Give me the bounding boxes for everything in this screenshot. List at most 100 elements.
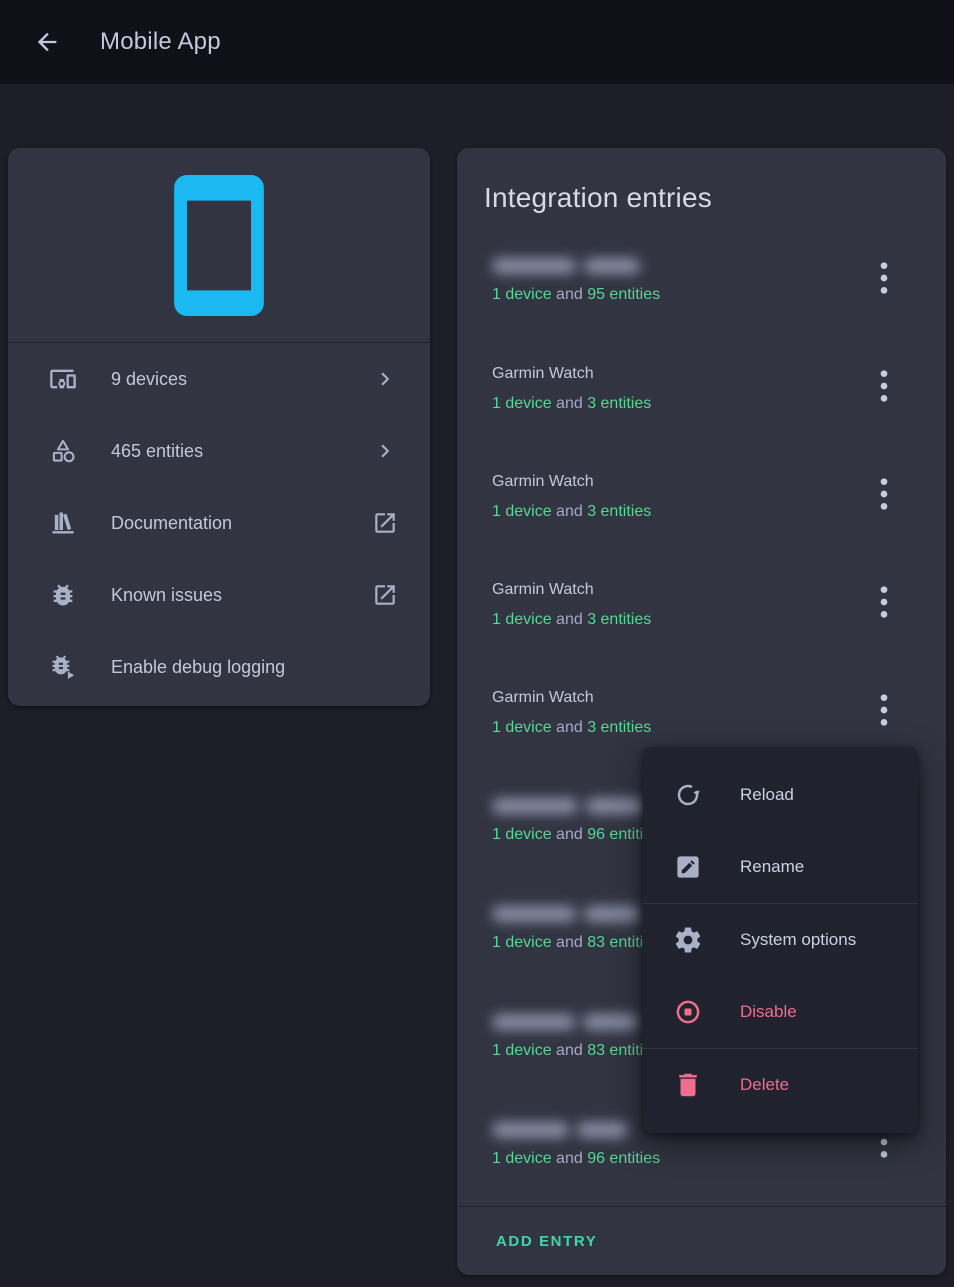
entry-conjunction: and: [556, 395, 587, 412]
context-menu-item-system-options[interactable]: System options: [643, 904, 918, 976]
entry-device-count: 1 device: [492, 395, 552, 412]
entry-name: Garmin Watch: [492, 472, 850, 492]
page-title: Mobile App: [100, 28, 221, 56]
entry-conjunction: and: [556, 934, 587, 951]
entries-footer: ADD ENTRY: [457, 1206, 946, 1275]
cog-icon: [673, 925, 703, 955]
entry-name-redacted: [492, 905, 640, 923]
entry-device-count: 1 device: [492, 611, 552, 628]
entry-entity-count: 95 entities: [587, 286, 660, 303]
context-menu-item-label: Delete: [740, 1075, 789, 1095]
entry-device-count: 1 device: [492, 1042, 552, 1059]
info-item-label: Known issues: [111, 585, 372, 606]
entry-summary: 1 device and 3 entities: [492, 394, 850, 414]
info-item-9-devices[interactable]: 9 devices: [8, 343, 430, 415]
dots-vertical-icon: [864, 258, 904, 298]
context-menu-item-delete[interactable]: Delete: [643, 1049, 918, 1121]
integration-entry-row[interactable]: Garmin Watch 1 device and 3 entities: [457, 564, 946, 672]
entry-name-redacted: [492, 1121, 628, 1139]
integration-entry-row[interactable]: 1 device and 95 entities: [457, 240, 946, 348]
entry-device-count: 1 device: [492, 826, 552, 843]
devices-icon: [49, 365, 77, 393]
add-entry-button[interactable]: ADD ENTRY: [492, 1227, 601, 1256]
entry-summary: 1 device and 3 entities: [492, 718, 850, 738]
context-menu-item-disable[interactable]: Disable: [643, 976, 918, 1048]
delete-icon: [673, 1070, 703, 1100]
entry-device-count: 1 device: [492, 503, 552, 520]
integration-entry-row[interactable]: Garmin Watch 1 device and 3 entities: [457, 348, 946, 456]
entry-menu-button[interactable]: [864, 582, 904, 622]
entry-summary: 1 device and 95 entities: [492, 285, 850, 305]
entry-conjunction: and: [556, 286, 587, 303]
context-menu-item-label: Reload: [740, 785, 794, 805]
entry-name-redacted: [492, 1013, 638, 1031]
entry-menu-button[interactable]: [864, 366, 904, 406]
cellphone-icon: [174, 175, 264, 316]
entry-entity-count: 96 entities: [587, 1150, 660, 1167]
integration-page: { "header": { "title": "Mobile App", "ba…: [0, 0, 954, 1287]
open-in-new-icon: [372, 582, 398, 608]
info-item-known-issues[interactable]: Known issues: [8, 559, 430, 631]
bug-play-icon: [49, 653, 77, 681]
entry-device-count: 1 device: [492, 286, 552, 303]
context-menu-item-reload[interactable]: Reload: [643, 759, 918, 831]
app-header: Mobile App: [0, 0, 954, 84]
bug-icon: [49, 581, 77, 609]
entry-conjunction: and: [556, 1042, 587, 1059]
chevron-right-icon: [372, 366, 398, 392]
entry-entity-count: 3 entities: [587, 719, 651, 736]
entry-conjunction: and: [556, 826, 587, 843]
entry-summary: 1 device and 96 entities: [492, 1149, 850, 1169]
entry-conjunction: and: [556, 503, 587, 520]
entry-conjunction: and: [556, 611, 587, 628]
entry-device-count: 1 device: [492, 1150, 552, 1167]
info-item-label: 465 entities: [111, 441, 372, 462]
info-item-label: Enable debug logging: [111, 657, 398, 678]
integration-entry-row[interactable]: Garmin Watch 1 device and 3 entities: [457, 456, 946, 564]
integration-info-card: 9 devices 465 entities Documentation Kno…: [8, 148, 430, 706]
reload-icon: [673, 780, 703, 810]
dots-vertical-icon: [864, 582, 904, 622]
info-list: 9 devices 465 entities Documentation Kno…: [8, 343, 430, 705]
integration-hero: [8, 148, 430, 343]
entry-entity-count: 3 entities: [587, 395, 651, 412]
entry-summary: 1 device and 3 entities: [492, 502, 850, 522]
entry-name-redacted: [492, 257, 640, 275]
entry-device-count: 1 device: [492, 719, 552, 736]
entry-context-menu: Reload Rename System options Disable Del…: [643, 747, 918, 1133]
entry-menu-button[interactable]: [864, 258, 904, 298]
entry-menu-button[interactable]: [864, 474, 904, 514]
entry-entity-count: 3 entities: [587, 611, 651, 628]
rename-icon: [673, 852, 703, 882]
dots-vertical-icon: [864, 474, 904, 514]
info-item-label: Documentation: [111, 513, 372, 534]
context-menu-item-label: Disable: [740, 1002, 797, 1022]
entry-conjunction: and: [556, 719, 587, 736]
entry-name: Garmin Watch: [492, 688, 850, 708]
context-menu-item-rename[interactable]: Rename: [643, 831, 918, 903]
dots-vertical-icon: [864, 690, 904, 730]
info-item-documentation[interactable]: Documentation: [8, 487, 430, 559]
stop-circle-icon: [673, 997, 703, 1027]
info-item-465-entities[interactable]: 465 entities: [8, 415, 430, 487]
entry-summary: 1 device and 3 entities: [492, 610, 850, 630]
info-item-enable-debug-logging[interactable]: Enable debug logging: [8, 631, 430, 703]
dots-vertical-icon: [864, 366, 904, 406]
arrow-left-icon: [33, 28, 61, 56]
entry-menu-button[interactable]: [864, 690, 904, 730]
entry-device-count: 1 device: [492, 934, 552, 951]
context-menu-item-label: Rename: [740, 857, 804, 877]
entry-entity-count: 3 entities: [587, 503, 651, 520]
back-button[interactable]: [33, 28, 61, 56]
context-menu-item-label: System options: [740, 930, 856, 950]
entry-name: Garmin Watch: [492, 364, 850, 384]
entries-title: Integration entries: [457, 148, 946, 214]
bookshelf-icon: [49, 509, 77, 537]
open-in-new-icon: [372, 510, 398, 536]
entry-name: Garmin Watch: [492, 580, 850, 600]
entry-name-redacted: [492, 797, 644, 815]
shapes-icon: [49, 437, 77, 465]
entry-conjunction: and: [556, 1150, 587, 1167]
chevron-right-icon: [372, 438, 398, 464]
info-item-label: 9 devices: [111, 369, 372, 390]
